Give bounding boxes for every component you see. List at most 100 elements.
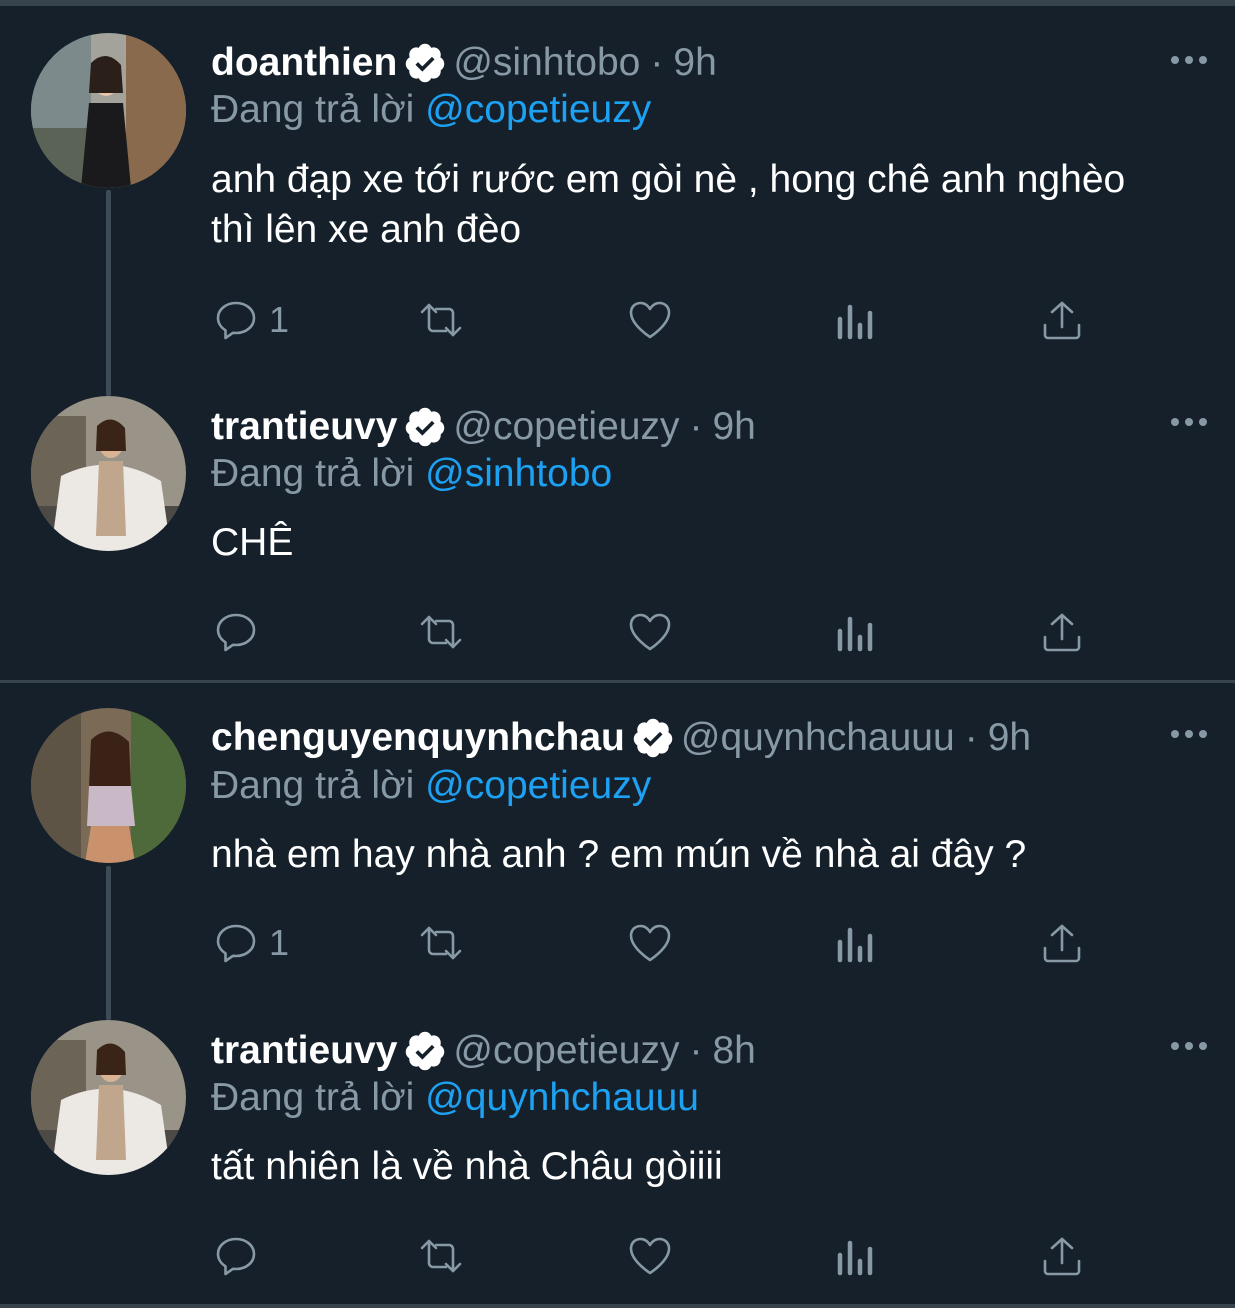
retweet-button[interactable] xyxy=(416,604,466,660)
like-button[interactable] xyxy=(625,1228,675,1284)
reply-count: 1 xyxy=(269,299,290,340)
heart-icon xyxy=(629,301,671,339)
analytics-button[interactable] xyxy=(831,604,881,660)
tweet-header: doanthien @sinhtobo · 9h xyxy=(211,38,717,88)
timestamp[interactable]: 9h xyxy=(712,405,755,449)
user-handle[interactable]: @copetieuzy xyxy=(453,1029,679,1073)
tweet-actions xyxy=(211,604,1091,660)
share-button[interactable] xyxy=(1037,1228,1087,1284)
analytics-icon xyxy=(837,304,873,340)
thread-divider xyxy=(0,680,1235,683)
display-name[interactable]: trantieuvy xyxy=(211,405,397,449)
reply-icon xyxy=(216,301,256,340)
replying-to-label: Đang trả lời xyxy=(211,452,415,495)
separator-dot: · xyxy=(650,41,664,84)
share-button[interactable] xyxy=(1037,915,1087,971)
mention-link[interactable]: @copetieuzy xyxy=(425,88,651,131)
mention-link[interactable]: @sinhtobo xyxy=(425,452,612,495)
display-name[interactable]: doanthien xyxy=(211,41,397,85)
reply-button[interactable]: 1 xyxy=(211,915,289,971)
verified-badge-icon xyxy=(633,718,673,758)
verified-badge-icon xyxy=(406,407,445,447)
share-icon xyxy=(1043,613,1081,652)
retweet-button[interactable] xyxy=(416,292,466,348)
mention-link[interactable]: @copetieuzy xyxy=(425,764,651,807)
tweet-header: chenguyenquynhchau @quynhchauuu · 9h xyxy=(211,713,1031,763)
retweet-icon xyxy=(420,1239,462,1273)
more-options-button[interactable] xyxy=(1167,712,1211,756)
more-icon xyxy=(1171,56,1207,64)
avatar[interactable] xyxy=(31,33,186,188)
more-icon xyxy=(1171,1042,1207,1050)
analytics-icon xyxy=(837,1240,873,1276)
replying-to: Đang trả lời @copetieuzy xyxy=(211,764,651,808)
share-icon xyxy=(1043,1237,1081,1276)
like-button[interactable] xyxy=(625,604,675,660)
separator-dot: · xyxy=(689,405,703,448)
separator-dot: · xyxy=(964,716,978,759)
more-options-button[interactable] xyxy=(1167,400,1211,444)
more-options-button[interactable] xyxy=(1167,1024,1211,1068)
tweet-actions: 1 xyxy=(211,915,1091,971)
user-handle[interactable]: @copetieuzy xyxy=(453,405,679,449)
display-name[interactable]: trantieuvy xyxy=(211,1029,397,1073)
reply-icon xyxy=(216,613,256,652)
like-button[interactable] xyxy=(625,292,675,348)
reply-button[interactable] xyxy=(211,1228,269,1284)
mention-link[interactable]: @quynhchauuu xyxy=(425,1076,699,1119)
replying-to-label: Đang trả lời xyxy=(211,1076,415,1119)
retweet-button[interactable] xyxy=(416,1228,466,1284)
reply-icon xyxy=(216,1237,256,1276)
replying-to: Đang trả lời @sinhtobo xyxy=(211,452,612,496)
analytics-icon xyxy=(837,927,873,963)
verified-badge-icon xyxy=(406,1031,445,1071)
share-icon xyxy=(1043,301,1081,340)
analytics-button[interactable] xyxy=(831,1228,881,1284)
retweet-button[interactable] xyxy=(416,915,466,971)
share-icon xyxy=(1043,924,1081,963)
heart-icon xyxy=(629,613,671,651)
retweet-icon xyxy=(420,303,462,337)
avatar[interactable] xyxy=(31,1020,186,1175)
tweet-text: nhà em hay nhà anh ? em mún về nhà ai đâ… xyxy=(211,833,1027,876)
bottom-divider xyxy=(0,1304,1235,1308)
replying-to: Đang trả lời @quynhchauuu xyxy=(211,1076,699,1120)
display-name[interactable]: chenguyenquynhchau xyxy=(211,716,625,760)
tweet-text: CHÊ xyxy=(211,521,294,564)
retweet-icon xyxy=(420,926,462,960)
share-button[interactable] xyxy=(1037,292,1087,348)
timestamp[interactable]: 9h xyxy=(988,716,1031,760)
more-options-button[interactable] xyxy=(1167,38,1211,82)
tweet-actions xyxy=(211,1228,1091,1284)
reply-count: 1 xyxy=(269,922,290,963)
analytics-button[interactable] xyxy=(831,915,881,971)
heart-icon xyxy=(629,1237,671,1275)
user-handle[interactable]: @sinhtobo xyxy=(453,41,640,85)
timestamp[interactable]: 8h xyxy=(712,1029,755,1073)
more-icon xyxy=(1171,418,1207,426)
verified-badge-icon xyxy=(406,43,445,83)
share-button[interactable] xyxy=(1037,604,1087,660)
timestamp[interactable]: 9h xyxy=(673,41,716,85)
avatar[interactable] xyxy=(31,708,186,863)
thread-connector xyxy=(106,866,111,1020)
separator-dot: · xyxy=(689,1029,703,1072)
tweet-text: anh đạp xe tới rước em gòi nè , hong chê… xyxy=(211,158,1126,251)
tweet-actions: 1 xyxy=(211,292,1091,348)
like-button[interactable] xyxy=(625,915,675,971)
replying-to: Đang trả lời @copetieuzy xyxy=(211,88,651,132)
analytics-icon xyxy=(837,616,873,652)
user-handle[interactable]: @quynhchauuu xyxy=(681,716,955,760)
retweet-icon xyxy=(420,615,462,649)
reply-button[interactable]: 1 xyxy=(211,292,289,348)
replying-to-label: Đang trả lời xyxy=(211,88,415,131)
reply-button[interactable] xyxy=(211,604,269,660)
thread-connector xyxy=(106,190,111,396)
avatar[interactable] xyxy=(31,396,186,551)
top-divider xyxy=(0,0,1235,6)
analytics-button[interactable] xyxy=(831,292,881,348)
reply-icon xyxy=(216,924,256,963)
replying-to-label: Đang trả lời xyxy=(211,764,415,807)
more-icon xyxy=(1171,730,1207,738)
tweet-header: trantieuvy @copetieuzy · 9h xyxy=(211,402,756,452)
